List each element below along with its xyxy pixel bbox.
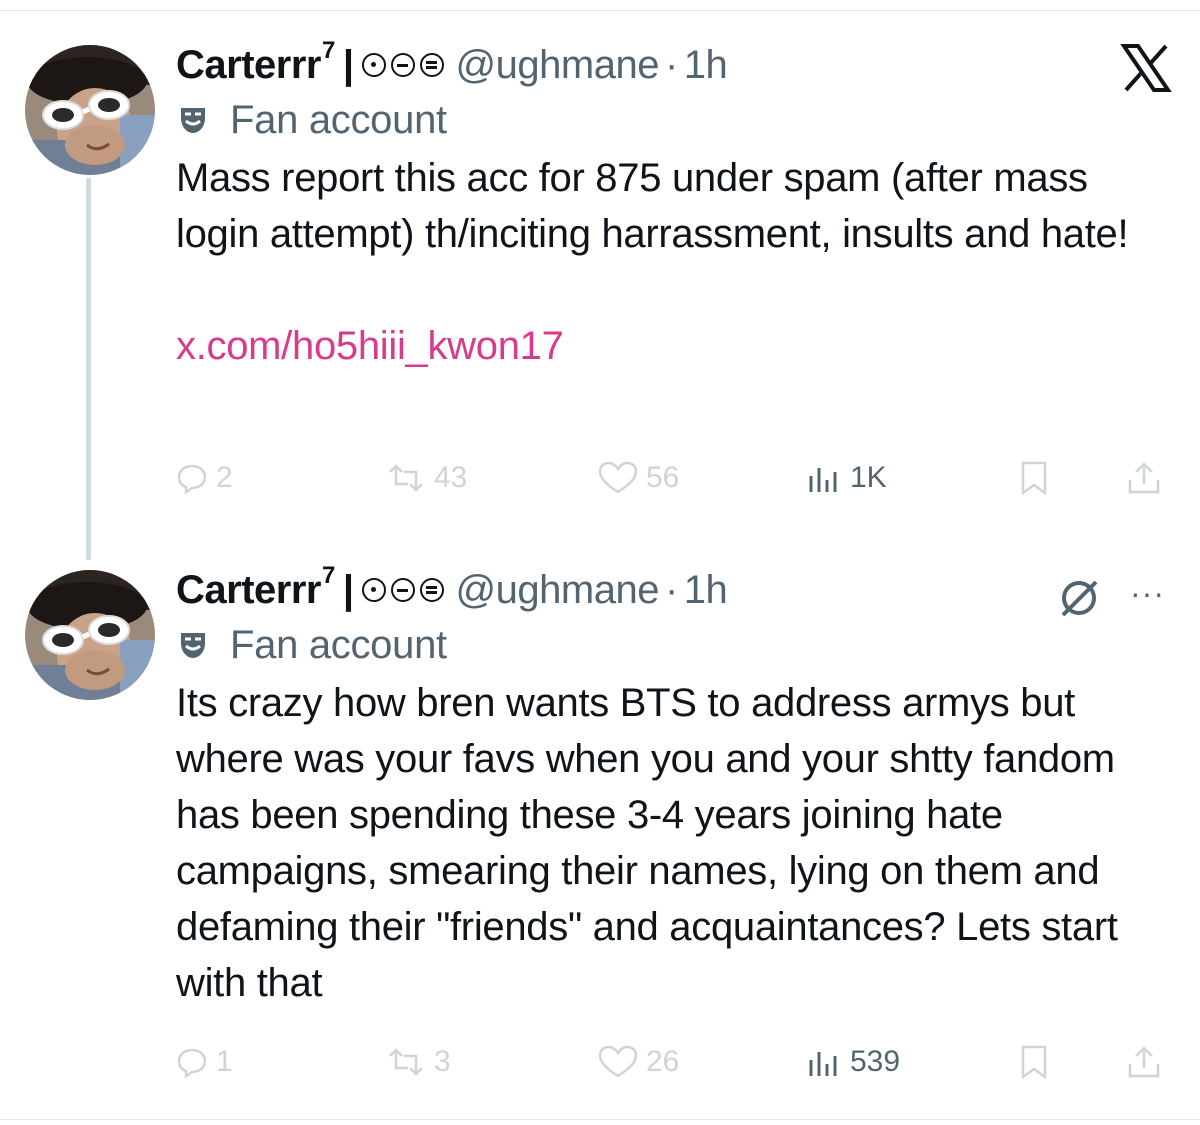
- views-button[interactable]: 1K: [806, 453, 887, 503]
- circle-minus-icon: [390, 578, 415, 602]
- reply-icon: [177, 1048, 207, 1078]
- avatar[interactable]: S: [25, 570, 155, 700]
- share-icon: [1128, 1046, 1160, 1078]
- repost-icon: [389, 464, 423, 492]
- view-count: 1K: [850, 461, 887, 494]
- author-superscript: 7: [321, 37, 335, 64]
- tweet-header: Carterrr 7 | @ughmane · 1h: [176, 37, 1166, 90]
- author-superscript: 7: [321, 562, 335, 589]
- grok-icon[interactable]: [1058, 577, 1100, 619]
- view-count: 539: [850, 1045, 901, 1078]
- timestamp[interactable]: 1h: [684, 43, 728, 88]
- views-chart-icon: [809, 468, 837, 492]
- author-name[interactable]: Carterrr: [176, 568, 321, 613]
- views-button[interactable]: 539: [806, 1037, 900, 1087]
- circle-dot-icon: [361, 53, 386, 77]
- name-separator: |: [342, 567, 354, 612]
- share-icon: [1128, 462, 1160, 494]
- tweet-actions: 1 3 26 539: [176, 1037, 1166, 1087]
- reply-count: 2: [216, 461, 233, 494]
- top-divider: [0, 10, 1200, 11]
- account-label-text: Fan account: [230, 622, 447, 667]
- circle-dot-icon: [361, 578, 386, 602]
- svg-text:S: S: [29, 576, 40, 594]
- bookmark-icon: [1021, 461, 1047, 496]
- repost-count: 43: [434, 461, 468, 494]
- bookmark-button[interactable]: [1018, 1037, 1050, 1087]
- tweet-text: Mass report this acc for 875 under spam …: [176, 156, 1129, 256]
- timestamp[interactable]: 1h: [684, 568, 728, 613]
- reply-button[interactable]: 1: [176, 1037, 233, 1087]
- meta-dot: ·: [664, 42, 678, 87]
- tweet-2[interactable]: S Carterrr 7 | @ughmane · 1h Fan account…: [0, 562, 1200, 1105]
- reply-button[interactable]: 2: [176, 453, 233, 503]
- status-circles-icon: [361, 53, 444, 77]
- share-button[interactable]: [1126, 1037, 1162, 1087]
- more-options-button[interactable]: ···: [1130, 575, 1165, 612]
- theater-mask-icon: [181, 633, 205, 658]
- bottom-divider: [0, 1119, 1200, 1120]
- svg-text:S: S: [29, 51, 40, 69]
- meta-dot: ·: [664, 567, 678, 612]
- avatar[interactable]: S: [25, 45, 155, 175]
- bookmark-button[interactable]: [1018, 453, 1050, 503]
- like-button[interactable]: 56: [598, 453, 679, 503]
- account-label: Fan account: [176, 90, 1166, 150]
- circle-equals-icon: [419, 53, 444, 77]
- author-handle[interactable]: @ughmane: [456, 43, 660, 88]
- status-circles-icon: [361, 578, 444, 602]
- tweet-link[interactable]: x.com/ho5hiii_kwon17: [176, 318, 1166, 374]
- circle-minus-icon: [390, 53, 415, 77]
- tweet-header: Carterrr 7 | @ughmane · 1h: [176, 562, 1166, 615]
- heart-icon: [598, 461, 638, 494]
- tweet-1[interactable]: S Carterrr 7 | @ughmane · 1h Fan account…: [0, 37, 1200, 550]
- views-chart-icon: [809, 1052, 837, 1076]
- heart-icon: [598, 1045, 638, 1078]
- author-name[interactable]: Carterrr: [176, 43, 321, 88]
- account-label: Fan account: [176, 615, 1166, 675]
- repost-icon: [389, 1048, 423, 1076]
- repost-count: 3: [434, 1045, 451, 1078]
- repost-button[interactable]: 3: [386, 1037, 451, 1087]
- reply-icon: [177, 464, 207, 494]
- repost-button[interactable]: 43: [386, 453, 467, 503]
- like-button[interactable]: 26: [598, 1037, 679, 1087]
- tweet-actions: 2 43 56 1K: [176, 453, 1166, 503]
- reply-count: 1: [216, 1045, 233, 1078]
- like-count: 26: [646, 1045, 680, 1078]
- share-button[interactable]: [1126, 453, 1162, 503]
- like-count: 56: [646, 461, 680, 494]
- circle-equals-icon: [419, 578, 444, 602]
- tweet-text: Its crazy how bren wants BTS to address …: [176, 681, 1118, 1005]
- bookmark-icon: [1021, 1045, 1047, 1080]
- account-label-text: Fan account: [230, 97, 447, 142]
- author-handle[interactable]: @ughmane: [456, 568, 660, 613]
- theater-mask-icon: [181, 108, 205, 133]
- x-logo-icon: [1120, 44, 1172, 92]
- name-separator: |: [342, 42, 354, 87]
